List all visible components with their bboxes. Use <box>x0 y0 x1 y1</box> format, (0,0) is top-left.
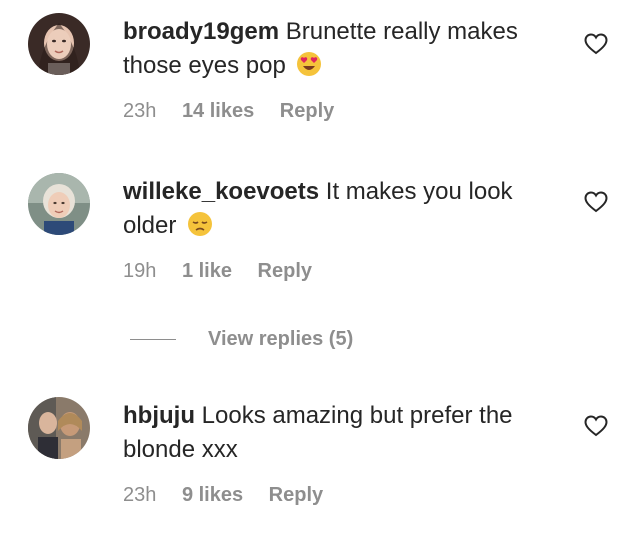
view-replies-button[interactable]: View replies (5) <box>130 324 353 354</box>
like-heart-icon[interactable] <box>584 33 608 55</box>
view-replies-label[interactable]: View replies (5) <box>208 328 353 351</box>
comment-meta: 19h 1 like Reply <box>123 260 332 283</box>
reply-button[interactable]: Reply <box>269 484 323 506</box>
like-heart-icon[interactable] <box>584 415 608 437</box>
reply-button[interactable]: Reply <box>280 100 334 122</box>
comment-likes[interactable]: 1 like <box>182 260 232 282</box>
comment-timestamp: 23h <box>123 484 157 506</box>
heart-eyes-emoji-icon <box>296 51 322 77</box>
avatar[interactable] <box>28 173 90 235</box>
comment-username[interactable]: willeke_koevoets <box>123 178 319 205</box>
replies-divider <box>130 338 176 340</box>
comment-likes[interactable]: 9 likes <box>182 484 243 506</box>
pensive-face-emoji-icon <box>187 211 213 237</box>
avatar[interactable] <box>28 397 90 459</box>
reply-button[interactable]: Reply <box>258 260 312 282</box>
comment-meta: 23h 9 likes Reply <box>123 484 343 507</box>
comment-text: broady19gem Brunette really makes those … <box>123 15 563 83</box>
like-heart-icon[interactable] <box>584 191 608 213</box>
comment-meta: 23h 14 likes Reply <box>123 100 354 123</box>
avatar[interactable] <box>28 13 90 75</box>
comment-text: hbjuju Looks amazing but prefer the blon… <box>123 399 563 467</box>
comment-timestamp: 19h <box>123 260 157 282</box>
comment-timestamp: 23h <box>123 100 157 122</box>
comment-likes[interactable]: 14 likes <box>182 100 254 122</box>
comment-text: willeke_koevoets It makes you look older <box>123 175 563 243</box>
comment-username[interactable]: hbjuju <box>123 402 195 429</box>
comment-username[interactable]: broady19gem <box>123 18 279 45</box>
